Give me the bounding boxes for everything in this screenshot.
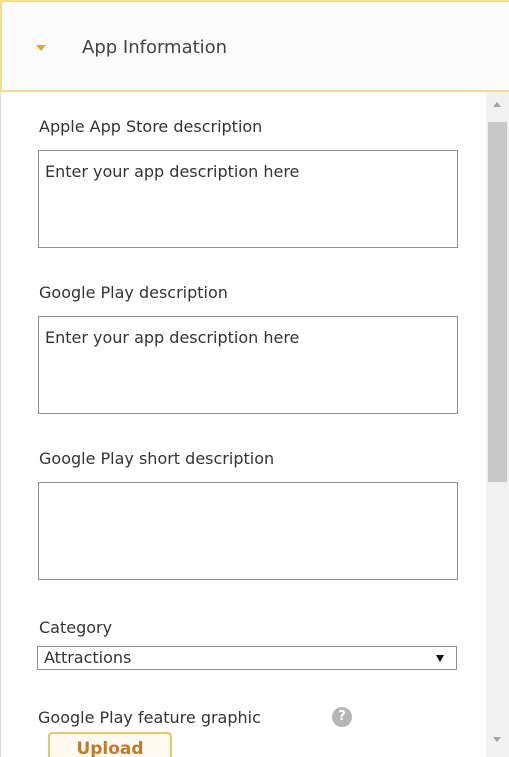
category-select[interactable]: Attractions (37, 646, 457, 670)
apple-description-label: Apple App Store description (39, 117, 263, 136)
category-selected-value: Attractions (44, 648, 132, 667)
vertical-scrollbar[interactable] (486, 92, 509, 757)
category-label: Category (39, 618, 113, 637)
google-description-input[interactable]: Enter your app description here (38, 316, 458, 414)
google-description-label: Google Play description (39, 283, 228, 302)
panel-title: App Information (82, 37, 228, 58)
accordion-header[interactable]: App Information (0, 0, 509, 92)
google-short-description-input[interactable] (38, 482, 458, 580)
feature-graphic-label: Google Play feature graphic (38, 708, 261, 727)
apple-description-input[interactable]: Enter your app description here (38, 150, 458, 248)
upload-button[interactable]: Upload (48, 732, 172, 757)
app-information-panel: App Information Apple App Store descript… (0, 0, 509, 757)
dropdown-arrow-icon[interactable] (436, 655, 444, 662)
scroll-up-icon[interactable] (493, 102, 501, 107)
help-icon[interactable]: ? (332, 707, 352, 727)
scroll-down-icon[interactable] (493, 737, 501, 742)
google-short-description-label: Google Play short description (39, 449, 275, 468)
scroll-thumb[interactable] (488, 122, 507, 482)
caret-down-icon[interactable] (36, 45, 46, 51)
